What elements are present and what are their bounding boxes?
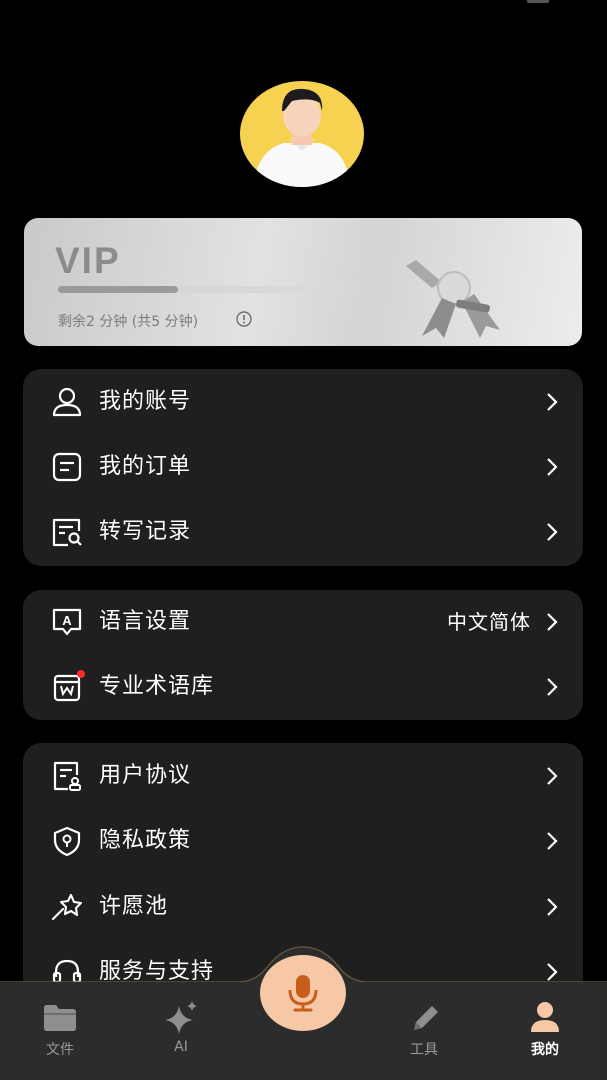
menu-item-transcription-records[interactable]: 转写记录 [23, 502, 583, 562]
vip-badge-icon [406, 260, 500, 338]
avatar[interactable] [240, 81, 364, 187]
vip-remaining-text: 剩余2 分钟 (共5 分钟) [58, 314, 199, 330]
info-icon[interactable] [236, 311, 252, 327]
tab-label: AI [174, 1039, 188, 1055]
menu-item-language-settings[interactable]: A 语言设置 中文简体 [23, 592, 583, 652]
tab-label: 工具 [410, 1042, 438, 1058]
language-icon: A [52, 608, 82, 636]
chevron-right-icon [547, 393, 558, 411]
chevron-right-icon [547, 458, 558, 476]
menu-item-glossary[interactable]: 专业术语库 [23, 657, 583, 717]
menu-item-label: 语言设置 [99, 609, 192, 634]
menu-item-wish-pool[interactable]: 许愿池 [23, 877, 583, 937]
chevron-right-icon [547, 678, 558, 696]
folder-icon [44, 1005, 76, 1031]
menu-item-label: 专业术语库 [99, 674, 215, 699]
status-bar-edge [527, 0, 549, 3]
vip-progress-bar [58, 286, 358, 293]
tab-files[interactable]: 文件 [20, 1000, 100, 1066]
menu-item-label: 我的订单 [99, 454, 192, 479]
order-icon [52, 452, 82, 482]
menu-item-label: 我的账号 [99, 389, 192, 414]
menu-item-user-agreement[interactable]: 用户协议 [23, 746, 583, 806]
settings-menu-group: A 语言设置 中文简体 专业术语库 [23, 590, 583, 720]
chevron-right-icon [547, 898, 558, 916]
agreement-icon [53, 761, 81, 791]
pen-icon [414, 1006, 438, 1030]
transcript-record-icon [52, 518, 82, 547]
tab-mine[interactable]: 我的 [505, 1000, 585, 1066]
menu-item-label: 许愿池 [99, 894, 169, 919]
microphone-icon [288, 975, 318, 1012]
vip-card[interactable]: VIP 剩余2 分钟 (共5 分钟) [24, 218, 582, 346]
menu-item-my-orders[interactable]: 我的订单 [23, 437, 583, 497]
chevron-right-icon [547, 832, 558, 850]
svg-text:A: A [62, 613, 72, 628]
privacy-shield-icon [53, 826, 81, 856]
menu-item-privacy-policy[interactable]: 隐私政策 [23, 811, 583, 871]
profile-icon [531, 1002, 559, 1032]
menu-item-label: 用户协议 [99, 763, 192, 788]
chevron-right-icon [547, 613, 558, 631]
record-button[interactable] [260, 955, 346, 1031]
wish-icon [51, 893, 83, 921]
sparkle-icon [165, 1001, 197, 1034]
tab-label: 我的 [531, 1042, 559, 1058]
tab-label: 文件 [46, 1042, 74, 1058]
account-menu-group: 我的账号 我的订单 转写记录 [23, 369, 583, 566]
language-current-value: 中文简体 [447, 610, 531, 634]
new-badge-dot [77, 670, 85, 678]
menu-item-my-account[interactable]: 我的账号 [23, 372, 583, 432]
vip-progress-fill [58, 286, 178, 293]
tab-tools[interactable]: 工具 [384, 1000, 464, 1066]
menu-item-label: 转写记录 [99, 519, 192, 544]
tab-ai[interactable]: AI [141, 1000, 221, 1066]
user-icon [52, 387, 82, 417]
chevron-right-icon [547, 523, 558, 541]
user-avatar-icon [254, 88, 350, 187]
vip-title: VIP [55, 240, 121, 281]
menu-item-label: 隐私政策 [99, 828, 192, 853]
chevron-right-icon [547, 767, 558, 785]
